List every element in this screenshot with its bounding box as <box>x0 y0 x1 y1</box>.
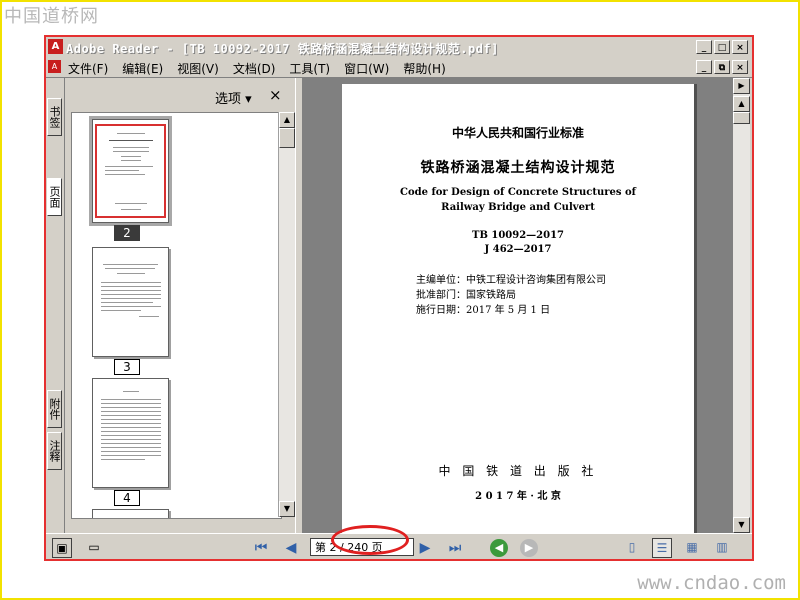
thumbnail-label-2: 2 <box>114 225 140 241</box>
page-size-icon[interactable]: ▭ <box>84 538 104 558</box>
maximize-button[interactable]: □ <box>714 40 730 54</box>
next-page-icon[interactable]: ▶ <box>416 539 434 557</box>
scroll-down-icon[interactable]: ▼ <box>733 517 750 533</box>
document-icon[interactable]: A <box>48 60 61 73</box>
document-title-en-2: Railway Bridge and Culvert <box>441 202 595 213</box>
tab-attachments[interactable]: 附件 <box>47 390 62 428</box>
thumbnail-label-3: 3 <box>114 359 140 375</box>
page-thumbnail-2[interactable] <box>89 116 172 226</box>
menu-tools[interactable]: 工具(T) <box>289 60 330 77</box>
publisher: 中 国 铁 道 出 版 社 <box>438 464 598 478</box>
doc-close-button[interactable]: × <box>732 60 748 74</box>
doc-restore-button[interactable]: ⧉ <box>714 60 730 74</box>
next-view-icon[interactable]: ▶ <box>520 539 538 557</box>
title-bar[interactable]: A Adobe Reader - [TB 10092-2017 铁路桥涵混凝土结… <box>46 37 752 57</box>
last-page-icon[interactable]: ⏭ <box>446 539 464 557</box>
navigation-tab-strip: 书签 页面 附件 注释 <box>46 78 65 533</box>
page-menu-arrow-icon[interactable]: ▶ <box>733 78 750 94</box>
tab-bookmarks[interactable]: 书签 <box>47 98 62 136</box>
doc-minimize-button[interactable]: _ <box>696 60 712 74</box>
single-page-icon[interactable]: ▯ <box>622 538 642 558</box>
thumbnail-label-4: 4 <box>114 490 140 506</box>
scroll-up-icon[interactable]: ▲ <box>733 96 750 112</box>
menu-file[interactable]: 文件(F) <box>68 60 108 77</box>
minimize-button[interactable]: _ <box>696 40 712 54</box>
menu-edit[interactable]: 编辑(E) <box>122 60 163 77</box>
scroll-down-icon[interactable]: ▼ <box>279 501 295 517</box>
effective-date: 施行日期：2017 年 5 月 1 日 <box>416 305 551 316</box>
watermark-top: 中国道桥网 <box>4 6 99 27</box>
previous-page-icon[interactable]: ◀ <box>282 539 300 557</box>
app-window: A Adobe Reader - [TB 10092-2017 铁路桥涵混凝土结… <box>44 35 754 561</box>
pages-panel: 选项 ▾ × 2 3 4 ▲ ▼ <box>65 78 295 533</box>
thumbnail-scrollbar[interactable]: ▲ ▼ <box>278 112 295 517</box>
document-title-en-1: Code for Design of Concrete Structures o… <box>399 187 636 198</box>
document-area: 中华人民共和国行业标准 铁路桥涵混凝土结构设计规范 Code for Desig… <box>302 78 734 533</box>
editor-unit: 主编单位：中铁工程设计咨询集团有限公司 <box>416 275 606 286</box>
tab-pages[interactable]: 页面 <box>47 178 62 216</box>
menu-help[interactable]: 帮助(H) <box>403 60 445 77</box>
doc-scroll-thumb[interactable] <box>733 112 750 124</box>
page-thumbnail-3[interactable] <box>92 247 169 357</box>
approval-dept: 批准部门：国家铁路局 <box>416 290 516 301</box>
thumbnail-list: 2 3 4 <box>71 112 282 519</box>
menu-view[interactable]: 视图(V) <box>177 60 219 77</box>
panel-header: 选项 ▾ × <box>65 78 295 112</box>
menu-window[interactable]: 窗口(W) <box>344 60 389 77</box>
menu-document[interactable]: 文档(D) <box>233 60 276 77</box>
standard-header: 中华人民共和国行业标准 <box>451 126 584 140</box>
adobe-reader-icon: A <box>48 39 63 54</box>
scroll-thumb[interactable] <box>279 128 295 148</box>
fullscreen-icon[interactable]: ▣ <box>52 538 72 558</box>
document-title-cn: 铁路桥涵混凝土结构设计规范 <box>420 160 616 176</box>
page-thumbnail-4[interactable] <box>92 378 169 488</box>
first-page-icon[interactable]: ⏮ <box>252 539 270 557</box>
continuous-facing-icon[interactable]: ▥ <box>712 538 732 558</box>
document-page: 中华人民共和国行业标准 铁路桥涵混凝土结构设计规范 Code for Desig… <box>342 84 694 533</box>
page-number-highlight <box>331 525 409 555</box>
previous-view-icon[interactable]: ◀ <box>490 539 508 557</box>
close-button[interactable]: × <box>732 40 748 54</box>
document-scrollbar[interactable]: ▶ ▲ ▼ <box>733 78 750 533</box>
standard-code-2: J 462—2017 <box>484 244 552 255</box>
watermark-bottom: www.cndao.com <box>637 572 786 594</box>
facing-icon[interactable]: ▦ <box>682 538 702 558</box>
menu-bar: A 文件(F) 编辑(E) 视图(V) 文档(D) 工具(T) 窗口(W) 帮助… <box>46 57 752 78</box>
continuous-icon[interactable]: ☰ <box>652 538 672 558</box>
tab-comments[interactable]: 注释 <box>47 432 62 470</box>
page-thumbnail-5[interactable] <box>92 509 169 518</box>
window-title: Adobe Reader - [TB 10092-2017 铁路桥涵混凝土结构设… <box>66 42 499 56</box>
standard-code-1: TB 10092—2017 <box>472 230 564 241</box>
scroll-up-icon[interactable]: ▲ <box>279 112 295 128</box>
panel-close-button[interactable]: × <box>269 86 282 104</box>
options-dropdown[interactable]: 选项 ▾ <box>215 88 252 107</box>
publication-date: 2 0 1 7 年 · 北 京 <box>475 491 561 502</box>
